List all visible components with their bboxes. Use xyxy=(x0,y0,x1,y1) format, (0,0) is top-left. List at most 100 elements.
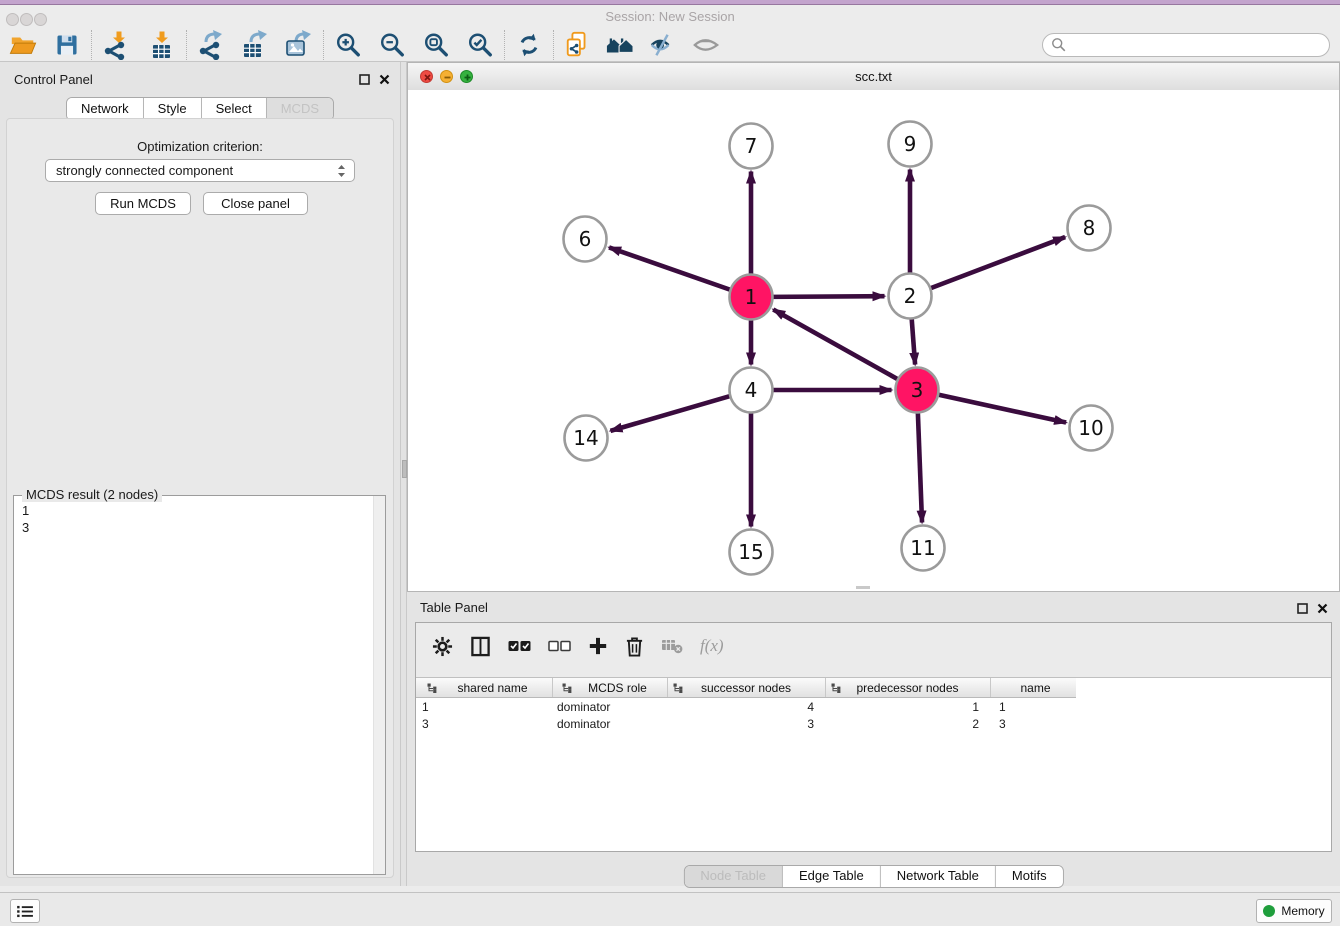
table-panel-title: Table Panel xyxy=(420,600,488,615)
table-panel: Table Panel f(x) xyxy=(407,592,1340,886)
column-header-shared-name[interactable]: shared name xyxy=(416,678,553,697)
birds-eye-view-icon[interactable] xyxy=(691,30,721,60)
zoom-in-icon[interactable] xyxy=(333,30,363,60)
export-image-icon[interactable] xyxy=(284,30,314,60)
close-panel-icon[interactable] xyxy=(379,72,390,90)
tab-mcds[interactable]: MCDS xyxy=(267,98,333,120)
graph-node-8[interactable]: 8 xyxy=(1068,206,1111,251)
open-session-icon[interactable] xyxy=(8,30,38,60)
network-window-titlebar[interactable]: scc.txt xyxy=(408,63,1339,91)
apply-layout-icon[interactable] xyxy=(514,30,544,60)
save-session-icon[interactable] xyxy=(52,30,82,60)
cell-shared-name: 3 xyxy=(416,717,553,731)
task-history-button[interactable] xyxy=(10,899,40,923)
table-toolbar: f(x) xyxy=(416,623,1331,669)
table-settings-gear-icon[interactable] xyxy=(432,636,453,657)
graph-node-4[interactable]: 4 xyxy=(730,368,773,413)
close-panel-button[interactable]: Close panel xyxy=(203,192,308,215)
graph-node-label: 3 xyxy=(911,378,924,402)
close-panel-icon[interactable] xyxy=(1317,601,1328,619)
toolbar-separator xyxy=(91,30,92,60)
graph-node-3[interactable]: 3 xyxy=(896,368,939,413)
home-neighbors-icon[interactable] xyxy=(605,30,635,60)
tab-network[interactable]: Network xyxy=(67,98,144,120)
graph-edge-2-3[interactable] xyxy=(912,316,916,364)
graph-node-label: 6 xyxy=(579,227,592,251)
memory-status-icon xyxy=(1263,905,1275,917)
graph-node-11[interactable]: 11 xyxy=(902,526,945,571)
float-panel-icon[interactable] xyxy=(359,72,370,90)
cell-predecessor-nodes: 1 xyxy=(826,700,991,714)
graph-node-10[interactable]: 10 xyxy=(1070,406,1113,451)
column-header-predecessor-nodes[interactable]: predecessor nodes xyxy=(826,678,991,697)
select-all-icon[interactable] xyxy=(508,639,531,653)
graph-edge-3-11[interactable] xyxy=(918,410,922,522)
list-icon xyxy=(17,905,34,918)
mcds-result-title: MCDS result (2 nodes) xyxy=(22,487,162,502)
graph-node-15[interactable]: 15 xyxy=(730,530,773,575)
float-panel-icon[interactable] xyxy=(1297,601,1308,619)
status-bar: Memory xyxy=(0,892,1340,926)
graph-node-label: 7 xyxy=(745,134,758,158)
tab-edge-table[interactable]: Edge Table xyxy=(783,866,881,887)
table-row[interactable]: 1 dominator 4 1 1 xyxy=(416,698,1076,715)
graph-edge-1-2[interactable] xyxy=(771,296,884,297)
mcds-result-list[interactable]: 1 3 xyxy=(14,496,385,536)
graph-node-9[interactable]: 9 xyxy=(889,122,932,167)
export-table-icon[interactable] xyxy=(240,30,270,60)
os-titlebar: Session: New Session xyxy=(0,5,1340,28)
graph-edge-1-6[interactable] xyxy=(609,247,732,290)
create-column-icon[interactable] xyxy=(588,636,608,656)
function-builder-icon[interactable]: f(x) xyxy=(700,636,724,656)
search-box[interactable] xyxy=(1042,33,1330,57)
search-icon xyxy=(1051,37,1067,53)
run-mcds-button[interactable]: Run MCDS xyxy=(95,192,191,215)
column-header-successor-nodes[interactable]: successor nodes xyxy=(668,678,826,697)
graph-node-6[interactable]: 6 xyxy=(564,217,607,262)
tab-node-table[interactable]: Node Table xyxy=(684,866,783,887)
result-scrollbar[interactable] xyxy=(373,496,385,874)
graph-edge-4-14[interactable] xyxy=(610,396,731,431)
network-canvas[interactable]: 1 2 3 4 6 7 8 9 10 11 14 15 xyxy=(408,90,1339,591)
graph-edge-3-10[interactable] xyxy=(937,394,1066,422)
export-network-icon[interactable] xyxy=(196,30,226,60)
import-network-icon[interactable] xyxy=(101,30,131,60)
graph-node-2[interactable]: 2 xyxy=(889,274,932,319)
graph-edge-3-1[interactable] xyxy=(773,309,899,380)
graph-node-label: 14 xyxy=(573,426,598,450)
graph-edge-2-8[interactable] xyxy=(929,237,1065,289)
application-window: Session: New Session xyxy=(0,0,1340,926)
control-panel: Control Panel Network Style Select MCDS … xyxy=(0,62,400,886)
delete-column-icon[interactable] xyxy=(625,636,644,657)
criterion-select[interactable]: strongly connected component xyxy=(45,159,355,182)
tab-motifs[interactable]: Motifs xyxy=(996,866,1063,887)
graph-node-7[interactable]: 7 xyxy=(730,124,773,169)
zoom-fit-icon[interactable] xyxy=(421,30,451,60)
tab-network-table[interactable]: Network Table xyxy=(881,866,996,887)
zoom-out-icon[interactable] xyxy=(377,30,407,60)
network-canvas-area[interactable]: 1 2 3 4 6 7 8 9 10 11 14 15 xyxy=(408,90,1339,591)
cell-name: 3 xyxy=(991,717,1076,731)
table-row[interactable]: 3 dominator 3 2 3 xyxy=(416,715,1076,732)
column-header-name[interactable]: name xyxy=(991,678,1076,697)
search-input[interactable] xyxy=(1067,37,1329,53)
memory-button[interactable]: Memory xyxy=(1256,899,1332,923)
show-columns-icon[interactable] xyxy=(470,636,491,657)
graph-node-label: 2 xyxy=(904,284,917,308)
node-table-container: f(x) shared name MCDS role successor nod… xyxy=(415,622,1332,852)
zoom-selected-icon[interactable] xyxy=(465,30,495,60)
panel-splitter[interactable] xyxy=(400,62,407,886)
column-header-mcds-role[interactable]: MCDS role xyxy=(553,678,668,697)
clone-network-icon[interactable] xyxy=(563,30,593,60)
cell-mcds-role: dominator xyxy=(553,700,668,714)
graph-node-14[interactable]: 14 xyxy=(565,416,608,461)
import-table-icon[interactable] xyxy=(147,30,177,60)
graph-node-label: 11 xyxy=(910,536,935,560)
graphics-details-icon[interactable] xyxy=(647,30,677,60)
column-type-icon xyxy=(427,683,437,693)
tab-select[interactable]: Select xyxy=(202,98,267,120)
graph-node-1[interactable]: 1 xyxy=(730,275,773,320)
tab-style[interactable]: Style xyxy=(144,98,202,120)
deselect-all-icon[interactable] xyxy=(548,639,571,653)
delete-table-icon[interactable] xyxy=(661,638,683,654)
